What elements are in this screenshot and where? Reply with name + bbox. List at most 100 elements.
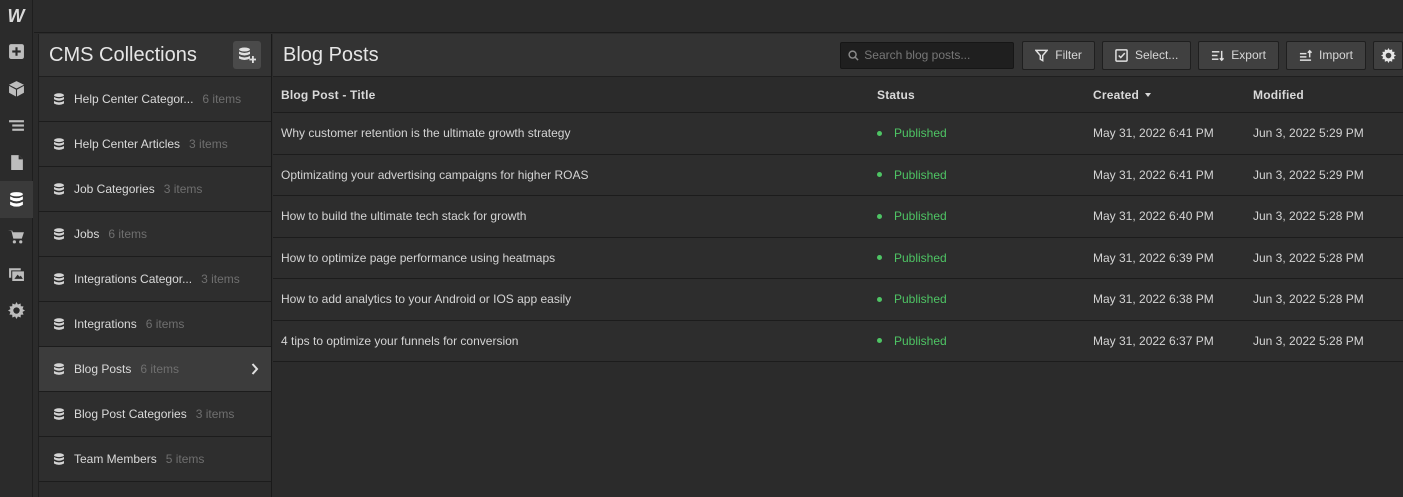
row-status: Published — [869, 251, 1085, 265]
collection-item[interactable]: Help Center Categor... 6 items — [39, 77, 271, 122]
database-icon — [53, 317, 65, 331]
status-label: Published — [894, 333, 947, 348]
status-dot-icon — [877, 296, 882, 302]
row-status: Published — [869, 126, 1085, 140]
table-row[interactable]: How to build the ultimate tech stack for… — [273, 196, 1403, 238]
collection-item[interactable]: Job Categories 3 items — [39, 167, 271, 212]
database-icon — [53, 272, 65, 286]
collections-list: Help Center Categor... 6 items Help Center… — [39, 77, 271, 482]
select-button[interactable]: Select... — [1101, 40, 1192, 70]
column-header-created-label: Created — [1093, 87, 1140, 102]
column-header-created[interactable]: Created — [1085, 88, 1245, 102]
table-row[interactable]: Optimizating your advertising campaigns … — [273, 154, 1403, 196]
status-label: Published — [894, 292, 947, 307]
pages-panel-button[interactable] — [0, 144, 33, 181]
status-dot-icon — [877, 255, 882, 261]
webflow-logo[interactable]: W — [0, 0, 32, 33]
add-icon — [9, 44, 24, 59]
table-row[interactable]: 4 tips to optimize your funnels for conv… — [273, 320, 1403, 362]
collection-item[interactable]: Blog Posts 6 items — [39, 347, 271, 392]
export-button[interactable]: Export — [1198, 40, 1279, 70]
column-header-status[interactable]: Status — [869, 88, 1085, 102]
table-row[interactable]: How to optimize page performance using h… — [273, 237, 1403, 279]
navigator-panel-button[interactable] — [0, 107, 33, 144]
collection-name: Job Categories — [74, 182, 155, 196]
collection-item-count: 6 items — [108, 227, 148, 241]
chevron-right-icon — [251, 362, 259, 376]
collection-name: Integrations Categor... — [74, 272, 193, 286]
add-collection-button[interactable] — [233, 41, 261, 69]
row-modified: Jun 3, 2022 5:29 PM — [1253, 167, 1364, 182]
row-status: Published — [869, 209, 1085, 223]
row-created: May 31, 2022 6:41 PM — [1093, 167, 1214, 182]
database-icon — [53, 407, 65, 421]
sort-descending-icon — [1145, 92, 1152, 97]
cms-panel-button[interactable] — [0, 181, 33, 218]
collection-name: Integrations — [74, 317, 137, 331]
column-header-title[interactable]: Blog Post - Title — [273, 88, 869, 102]
collection-header: Blog Posts Filter Select... Export Impor… — [273, 34, 1403, 77]
search-input[interactable] — [864, 48, 1005, 62]
assets-panel-button[interactable] — [0, 255, 33, 292]
row-status: Published — [869, 168, 1085, 182]
collection-item[interactable]: Jobs 6 items — [39, 212, 271, 257]
collection-settings-button[interactable] — [1373, 40, 1403, 70]
collection-item-count: 6 items — [145, 317, 185, 331]
ecommerce-panel-button[interactable] — [0, 218, 33, 255]
status-dot-icon — [877, 130, 882, 136]
filter-label: Filter — [1055, 48, 1082, 62]
table-header: Blog Post - Title Status Created Modifie… — [273, 77, 1403, 113]
database-icon — [53, 137, 65, 151]
settings-panel-button[interactable] — [0, 292, 33, 329]
collection-name: Blog Posts — [74, 362, 132, 376]
collections-title: CMS Collections — [49, 43, 197, 66]
database-icon — [53, 227, 65, 241]
table-row[interactable]: How to add analytics to your Android or … — [273, 279, 1403, 321]
status-label: Published — [894, 250, 947, 265]
row-title: How to add analytics to your Android or … — [281, 292, 572, 307]
settings-icon — [8, 302, 25, 319]
import-icon — [1299, 49, 1312, 61]
collection-title: Blog Posts — [283, 43, 379, 66]
filter-button[interactable]: Filter — [1022, 40, 1095, 70]
collection-item[interactable]: Team Members 5 items — [39, 437, 271, 482]
column-header-modified[interactable]: Modified — [1245, 88, 1403, 102]
collection-item-count: 3 items — [163, 182, 203, 196]
row-created: May 31, 2022 6:40 PM — [1093, 209, 1214, 224]
add-panel-button[interactable] — [0, 33, 33, 70]
cms-collections-panel: CMS Collections Help Center Categor... 6 … — [38, 34, 272, 497]
row-status: Published — [869, 292, 1085, 306]
status-dot-icon — [877, 338, 882, 344]
collection-item-count: 3 items — [201, 272, 240, 286]
collection-item[interactable]: Blog Post Categories 3 items — [39, 392, 271, 437]
collection-name: Blog Post Categories — [74, 407, 187, 421]
collection-items-view: Blog Posts Filter Select... Export Impor… — [273, 34, 1403, 497]
symbols-panel-button[interactable] — [0, 70, 33, 107]
pages-icon — [11, 155, 23, 170]
checkbox-icon — [1115, 48, 1128, 62]
collection-name: Help Center Articles — [74, 137, 181, 151]
collection-item[interactable]: Integrations 6 items — [39, 302, 271, 347]
collection-name: Jobs — [74, 227, 100, 241]
database-icon — [53, 362, 65, 376]
search-icon — [848, 49, 859, 61]
row-created: May 31, 2022 6:41 PM — [1093, 126, 1214, 141]
collection-name: Team Members — [74, 452, 157, 466]
row-created: May 31, 2022 6:39 PM — [1093, 250, 1214, 265]
search-box[interactable] — [840, 41, 1015, 69]
row-modified: Jun 3, 2022 5:28 PM — [1253, 250, 1364, 265]
top-toolbar — [34, 0, 1403, 33]
collection-item[interactable]: Help Center Articles 3 items — [39, 122, 271, 167]
import-button[interactable]: Import — [1285, 40, 1366, 70]
collection-name: Help Center Categor... — [74, 92, 194, 106]
collections-header: CMS Collections — [39, 34, 271, 77]
row-status: Published — [869, 334, 1085, 348]
status-label: Published — [894, 167, 947, 182]
export-icon — [1212, 50, 1225, 61]
table-row[interactable]: Why customer retention is the ultimate g… — [273, 113, 1403, 155]
import-label: Import — [1318, 48, 1353, 62]
row-modified: Jun 3, 2022 5:28 PM — [1253, 333, 1364, 348]
collection-item[interactable]: Integrations Categor... 3 items — [39, 257, 271, 302]
designer-left-rail: W — [0, 0, 33, 497]
collection-item-count: 3 items — [195, 407, 235, 421]
